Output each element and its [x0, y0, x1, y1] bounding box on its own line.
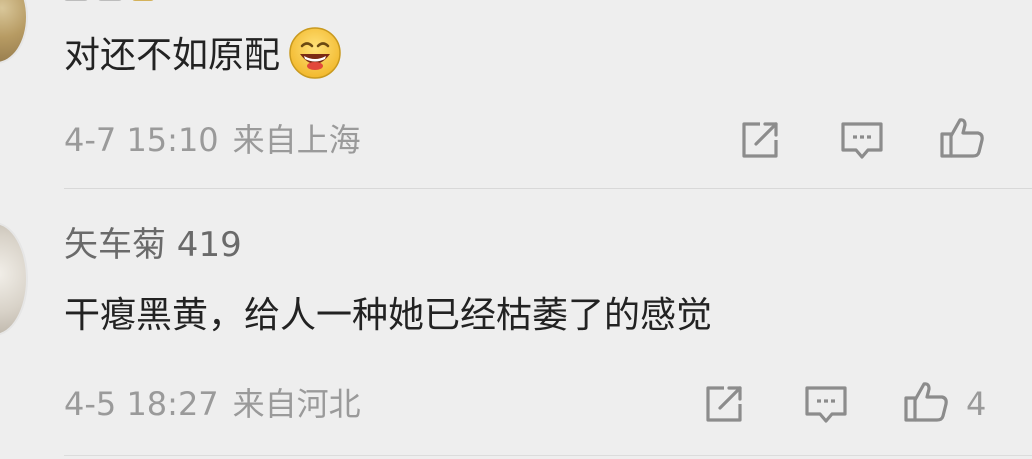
- thumbs-up-icon: [940, 118, 984, 158]
- comment-location: 来自上海: [232, 121, 361, 159]
- comment-meta: 4-7 15:10 来自上海: [64, 124, 361, 156]
- comment-time: 4-7 15:10: [64, 121, 219, 159]
- share-icon: [742, 122, 778, 158]
- share-icon: [706, 386, 742, 422]
- comment-icon: [841, 122, 883, 159]
- comment-location: 来自河北: [232, 385, 361, 423]
- like-button[interactable]: [938, 114, 986, 162]
- comment-text: 干瘪黑黄，给人一种她已经枯萎了的感觉: [64, 295, 713, 336]
- comment-username[interactable]: 矢车菊 419: [64, 228, 242, 262]
- comment-meta: 4-5 18:27 来自河北: [64, 388, 361, 420]
- comment-icon: [805, 386, 847, 423]
- divider: [64, 455, 1032, 456]
- like-button[interactable]: [902, 378, 950, 426]
- laughing-face-emoji-icon: [288, 26, 342, 80]
- comment-button[interactable]: [802, 380, 850, 428]
- comment-text: 对还不如原配: [64, 27, 342, 80]
- like-count: 4: [966, 385, 987, 423]
- comment-button[interactable]: [838, 116, 886, 164]
- share-button[interactable]: [700, 380, 748, 428]
- comment-feed: 对还不如原配 4-7 15:10 来自上海 矢车菊 419 干瘪黑黄，给人一种她…: [0, 0, 1032, 459]
- username-cropped: [64, 0, 264, 6]
- avatar[interactable]: [0, 0, 28, 64]
- thumbs-up-icon: [904, 382, 948, 422]
- share-button[interactable]: [736, 116, 784, 164]
- comment-time: 4-5 18:27: [64, 385, 219, 423]
- divider: [64, 188, 1032, 189]
- avatar[interactable]: [0, 222, 28, 336]
